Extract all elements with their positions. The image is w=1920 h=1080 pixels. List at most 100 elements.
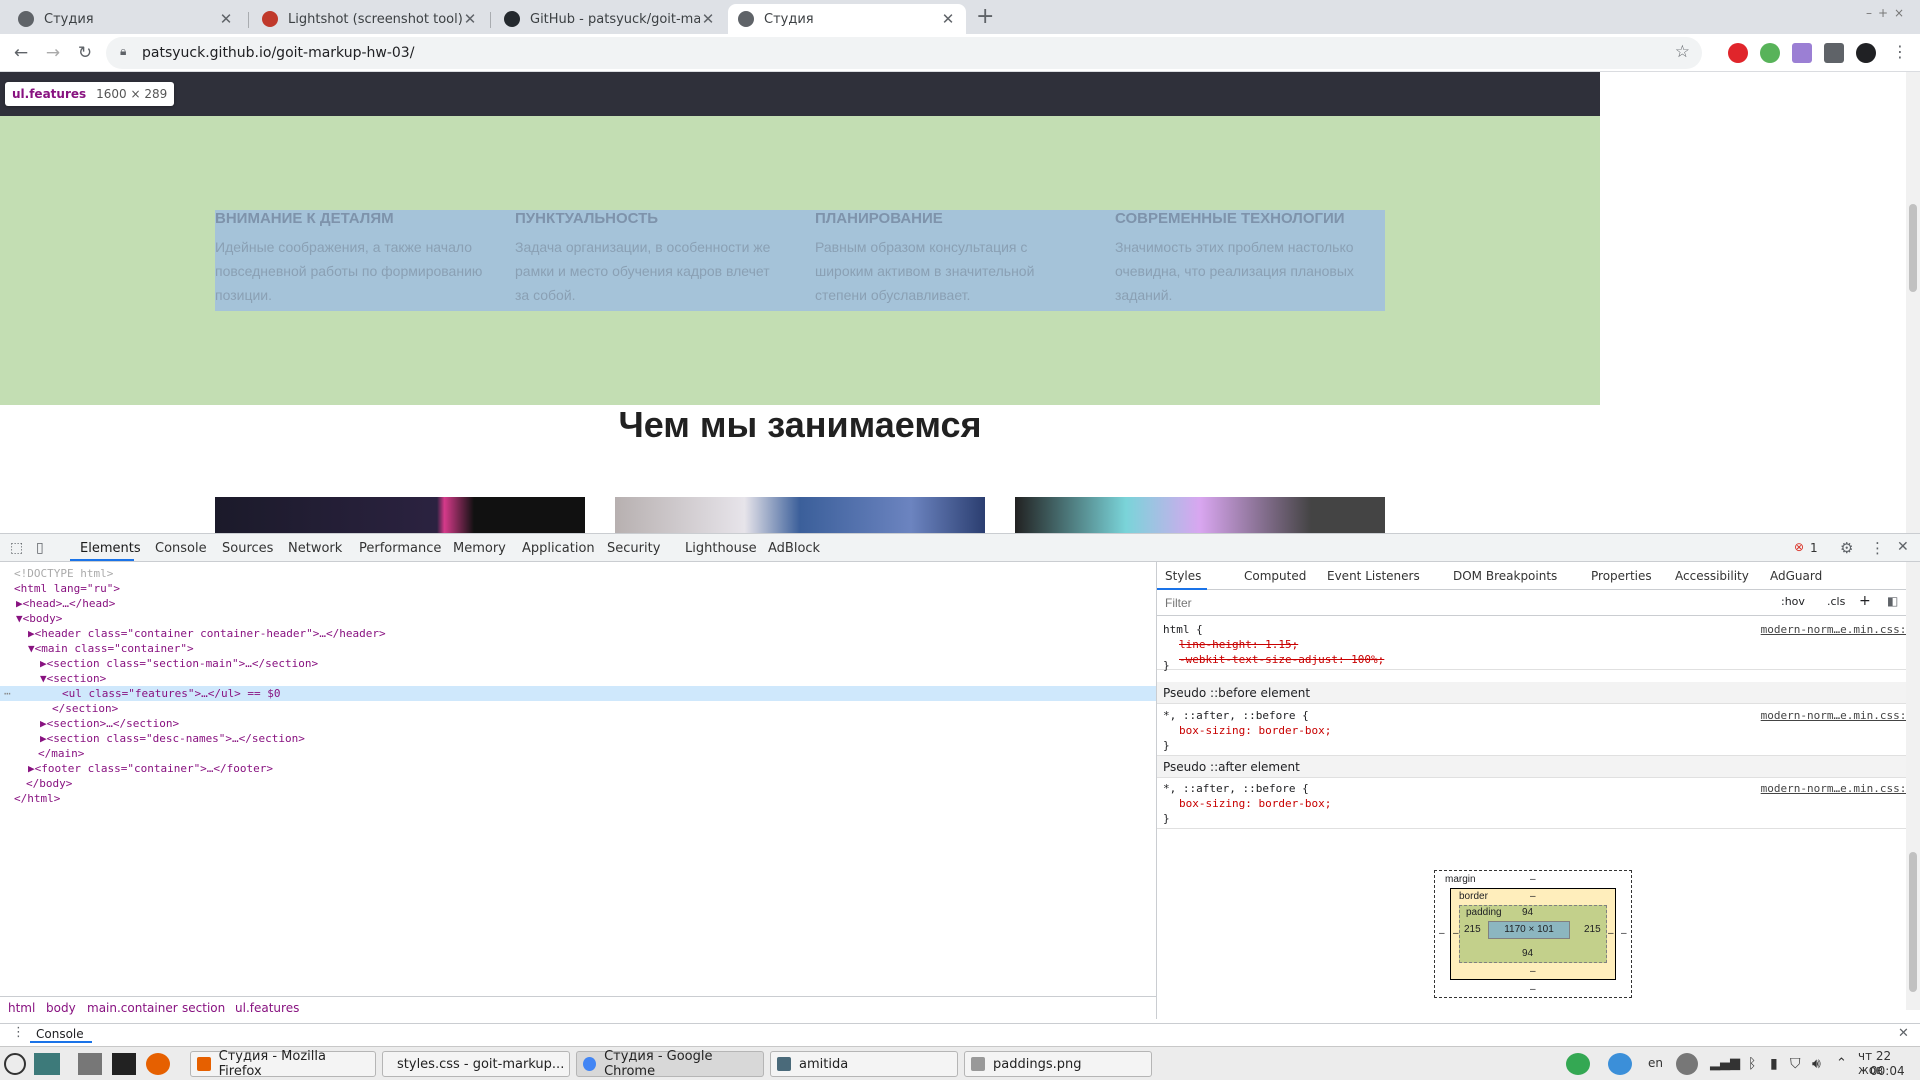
tab-studio-1[interactable]: Студия ✕: [8, 4, 244, 34]
bluetooth-icon[interactable]: ᛒ: [1748, 1056, 1756, 1072]
border-right-value[interactable]: –: [1608, 928, 1614, 939]
close-drawer-icon[interactable]: ✕: [1898, 1026, 1909, 1041]
rule-property[interactable]: line-height: 1.15;: [1163, 637, 1920, 652]
border-bottom-value[interactable]: –: [1530, 966, 1536, 977]
padding-left-value[interactable]: 215: [1464, 924, 1481, 935]
close-icon[interactable]: ✕: [462, 10, 478, 28]
margin-top-value[interactable]: –: [1530, 874, 1536, 885]
bookmark-star-icon[interactable]: ☆: [1675, 42, 1690, 62]
taskbar-window-paddings[interactable]: paddings.png: [964, 1051, 1152, 1077]
box-model-content[interactable]: 1170 × 101: [1488, 921, 1570, 939]
device-toggle-icon[interactable]: ▯: [36, 540, 44, 556]
breadcrumb-html[interactable]: html: [8, 997, 35, 1019]
padding-right-value[interactable]: 215: [1584, 924, 1601, 935]
clock-time[interactable]: 00:04: [1870, 1064, 1905, 1078]
error-icon[interactable]: ⊗: [1794, 540, 1804, 554]
start-menu-icon[interactable]: [4, 1053, 26, 1075]
tab-properties[interactable]: Properties: [1591, 569, 1652, 583]
error-count[interactable]: 1: [1810, 541, 1818, 555]
new-rule-button[interactable]: +: [1859, 593, 1871, 609]
tab-adblock[interactable]: AdBlock: [768, 541, 820, 556]
chrome-tray-icon[interactable]: [1566, 1053, 1590, 1075]
files-icon[interactable]: [78, 1053, 102, 1075]
dom-node[interactable]: ▶<footer class="container">…</footer>: [0, 761, 1156, 776]
more-dots-icon[interactable]: ⋯: [4, 686, 11, 701]
rule-source-link[interactable]: modern-norm…e.min.css:1: [1761, 708, 1913, 723]
desktop-icon[interactable]: [34, 1053, 60, 1075]
dom-node-selected[interactable]: ⋯ <ul class="features">…</ul> == $0: [0, 686, 1156, 701]
drawer-console-tab[interactable]: Console: [36, 1027, 84, 1041]
profile-avatar-icon[interactable]: [1856, 43, 1876, 63]
dom-node[interactable]: </html>: [0, 791, 1156, 806]
battery-icon[interactable]: ▮: [1770, 1056, 1778, 1072]
rule-property[interactable]: box-sizing: border-box;: [1179, 797, 1331, 810]
rule-property[interactable]: box-sizing: border-box;: [1179, 724, 1331, 737]
dom-node[interactable]: ▼<body>: [0, 611, 1156, 626]
terminal-icon[interactable]: [112, 1053, 136, 1075]
new-tab-button[interactable]: +: [976, 4, 994, 29]
rule-source-link[interactable]: modern-norm…e.min.css:1: [1761, 781, 1913, 796]
address-bar[interactable]: 🔒︎ patsyuck.github.io/goit-markup-hw-03/…: [106, 37, 1702, 69]
taskbar-window-vscode[interactable]: styles.css - goit-markup...: [382, 1051, 570, 1077]
dom-node[interactable]: </section>: [0, 701, 1156, 716]
rule-property[interactable]: -webkit-text-size-adjust: 100%;: [1163, 652, 1920, 667]
tab-dom-breakpoints[interactable]: DOM Breakpoints: [1453, 569, 1557, 583]
tab-performance[interactable]: Performance: [359, 541, 441, 556]
dom-node[interactable]: ▶<header class="container container-head…: [0, 626, 1156, 641]
breadcrumb-body[interactable]: body: [46, 997, 76, 1019]
scrollbar-thumb[interactable]: [1909, 204, 1917, 292]
page-scrollbar[interactable]: [1906, 72, 1920, 533]
rule-source-link[interactable]: modern-norm…e.min.css:1: [1761, 622, 1913, 637]
tab-studio-active[interactable]: Студия ✕: [728, 4, 966, 34]
close-devtools-icon[interactable]: ✕: [1897, 539, 1909, 555]
styles-filter-input[interactable]: [1161, 593, 1761, 613]
extension-pen-icon[interactable]: [1792, 43, 1812, 63]
close-icon[interactable]: ✕: [700, 10, 716, 28]
border-top-value[interactable]: –: [1530, 891, 1536, 902]
taskbar-window-chrome[interactable]: Студия - Google Chrome: [576, 1049, 764, 1079]
padding-bottom-value[interactable]: 94: [1522, 948, 1533, 959]
tab-accessibility[interactable]: Accessibility: [1675, 569, 1749, 583]
tab-elements[interactable]: Elements: [80, 541, 141, 556]
tab-github[interactable]: GitHub - patsyuck/goit-markup-hw-03 ✕: [494, 4, 726, 34]
hov-toggle[interactable]: :hov: [1781, 595, 1805, 608]
keyboard-layout[interactable]: en: [1648, 1056, 1663, 1070]
close-icon[interactable]: ✕: [940, 10, 956, 28]
dom-node[interactable]: </main>: [0, 746, 1156, 761]
tab-application[interactable]: Application: [522, 541, 595, 556]
tab-lightshot[interactable]: Lightshot (screenshot tool) - Chrome ✕: [252, 4, 488, 34]
dom-node[interactable]: ▶<section>…</section>: [0, 716, 1156, 731]
margin-right-value[interactable]: –: [1621, 928, 1627, 939]
tab-lighthouse[interactable]: Lighthouse: [685, 541, 757, 556]
dom-node[interactable]: ▼<section>: [0, 671, 1156, 686]
margin-left-value[interactable]: –: [1439, 928, 1445, 939]
close-icon[interactable]: ✕: [218, 10, 234, 28]
network-signal-icon[interactable]: ▂▄▆: [1710, 1056, 1740, 1071]
taskbar-window-firefox[interactable]: Студия - Mozilla Firefox: [190, 1049, 376, 1079]
breadcrumb-section[interactable]: section: [182, 997, 225, 1019]
settings-gear-icon[interactable]: ⚙: [1840, 539, 1853, 557]
tab-event-listeners[interactable]: Event Listeners: [1327, 569, 1420, 583]
firefox-icon[interactable]: [146, 1053, 170, 1075]
forward-icon[interactable]: →: [42, 42, 64, 64]
styles-scrollbar[interactable]: [1906, 562, 1920, 1010]
cls-toggle[interactable]: .cls: [1827, 595, 1845, 608]
breadcrumb-ul-features[interactable]: ul.features: [235, 997, 299, 1019]
breadcrumb-main[interactable]: main.container: [87, 997, 178, 1019]
adguard-icon[interactable]: [1760, 43, 1780, 63]
dom-node[interactable]: <html lang="ru">: [0, 581, 1156, 596]
volume-icon[interactable]: 🔊︎: [1812, 1056, 1821, 1072]
taskbar-window-amitida[interactable]: amitida: [770, 1051, 958, 1077]
tab-network[interactable]: Network: [288, 541, 342, 556]
adblock-icon[interactable]: [1728, 43, 1748, 63]
dropbox-tray-icon[interactable]: [1676, 1053, 1698, 1075]
tab-security[interactable]: Security: [607, 541, 660, 556]
tab-sources[interactable]: Sources: [222, 541, 273, 556]
dom-node[interactable]: ▶<section class="section-main">…</sectio…: [0, 656, 1156, 671]
tab-computed[interactable]: Computed: [1244, 569, 1306, 583]
dom-node[interactable]: <!DOCTYPE html>: [0, 566, 1156, 581]
extensions-puzzle-icon[interactable]: [1824, 43, 1844, 63]
drawer-menu-icon[interactable]: ⋮: [12, 1025, 25, 1040]
dom-node[interactable]: </body>: [0, 776, 1156, 791]
dom-node[interactable]: ▶<section class="desc-names">…</section>: [0, 731, 1156, 746]
